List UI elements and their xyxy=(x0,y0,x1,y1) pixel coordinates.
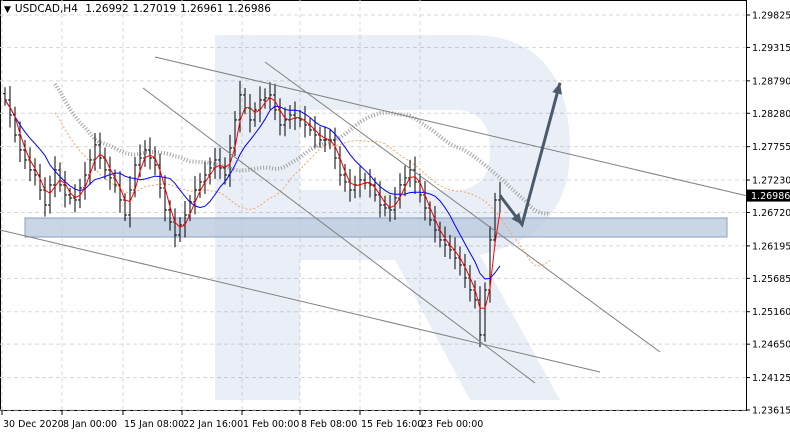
price-tick-label: 1.25160 xyxy=(752,307,790,318)
time-tick-label: 8 Feb 08:00 xyxy=(301,419,357,430)
time-tick-label: 15 Jan 08:00 xyxy=(124,419,184,430)
price-bar xyxy=(13,106,17,143)
open-value: 1.26992 xyxy=(85,3,129,15)
price-bar xyxy=(43,177,47,217)
price-tick-label: 1.28790 xyxy=(752,76,790,87)
price-bar xyxy=(63,170,67,208)
current-price-label: 1.26986 xyxy=(751,191,790,202)
time-tick-label: 8 Jan 00:00 xyxy=(63,419,117,430)
high-value: 1.27019 xyxy=(132,3,177,15)
price-chart[interactable]: 1.29825 1.29315 1.28790 1.28280 1.27755 1.272… xyxy=(0,0,790,435)
price-bar xyxy=(108,156,112,190)
price-tick-label: 1.24650 xyxy=(752,340,790,351)
price-bar xyxy=(363,172,367,190)
price-tick-label: 1.26195 xyxy=(752,241,790,252)
time-tick-label: 1 Feb 00:00 xyxy=(243,419,299,430)
price-tick-label: 1.28280 xyxy=(752,109,790,120)
price-bar xyxy=(323,126,327,152)
time-tick-label: 30 Dec 2020 xyxy=(3,419,64,430)
price-bar xyxy=(408,159,412,188)
triangle-down-icon[interactable]: ▼ xyxy=(4,5,11,15)
price-bar xyxy=(103,147,107,180)
close-value: 1.26986 xyxy=(227,3,271,15)
price-tick-label: 1.24125 xyxy=(752,373,790,384)
price-tick-label: 1.29315 xyxy=(752,43,790,54)
price-tick-label: 1.27230 xyxy=(752,176,790,187)
price-tick-label: 1.26720 xyxy=(752,208,790,219)
price-tick-label: 1.25685 xyxy=(752,274,790,285)
chart-header: ▼ USDCAD,H4 1.26992 1.27019 1.26961 1.26986 xyxy=(4,3,275,15)
symbol-label: USDCAD,H4 xyxy=(14,3,78,15)
price-bar xyxy=(148,137,152,170)
price-axis: 1.29825 1.29315 1.28790 1.28280 1.27755 1.272… xyxy=(746,11,790,417)
price-bar xyxy=(28,147,32,182)
price-tick-label: 1.27755 xyxy=(752,142,790,153)
price-bar xyxy=(193,176,197,215)
price-bar xyxy=(308,118,312,136)
price-bar xyxy=(318,126,322,148)
price-bar xyxy=(203,161,207,194)
price-bar xyxy=(413,156,417,195)
time-tick-label: 15 Feb 16:00 xyxy=(361,419,423,430)
price-bar xyxy=(83,161,87,200)
chart-window: 1.29825 1.29315 1.28790 1.28280 1.27755 1.272… xyxy=(0,0,790,435)
price-bar xyxy=(48,175,52,214)
price-tick-label: 1.23615 xyxy=(752,406,790,417)
time-tick-label: 23 Feb 00:00 xyxy=(421,419,483,430)
time-tick-label: 22 Jan 16:00 xyxy=(183,419,243,430)
price-bar xyxy=(53,156,57,198)
low-value: 1.26961 xyxy=(180,3,224,15)
time-axis: 30 Dec 2020 8 Jan 00:00 15 Jan 08:0022 Jan… xyxy=(1,410,483,430)
price-bar xyxy=(98,132,102,170)
price-tick-label: 1.29825 xyxy=(752,11,790,22)
